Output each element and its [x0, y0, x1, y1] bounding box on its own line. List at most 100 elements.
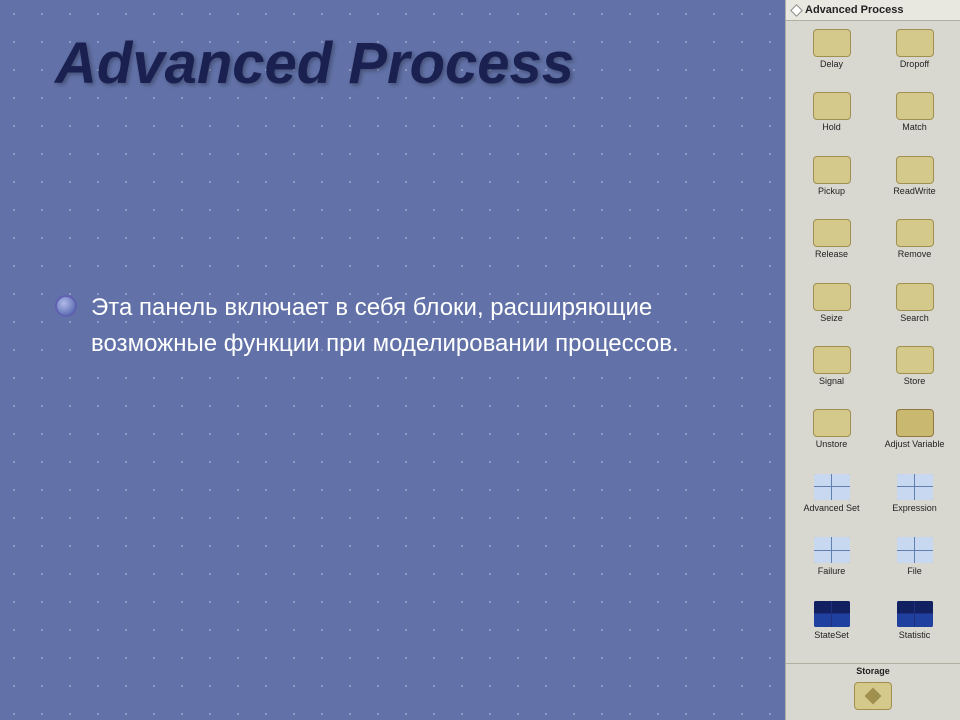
grid-cell — [832, 487, 850, 500]
block-match[interactable]: Match — [873, 88, 956, 151]
block-readwrite[interactable]: ReadWrite — [873, 152, 956, 215]
store-icon — [896, 346, 934, 374]
expression-label: Expression — [892, 503, 937, 514]
grid-cell — [897, 537, 915, 550]
remove-label: Remove — [898, 249, 932, 260]
stateset-grid — [814, 601, 850, 627]
bullet-item: Эта панель включает в себя блоки, расшир… — [55, 290, 705, 362]
advanced-set-grid — [814, 474, 850, 500]
release-icon — [813, 219, 851, 247]
grid-cell — [915, 487, 933, 500]
signal-icon — [813, 346, 851, 374]
readwrite-label: ReadWrite — [893, 186, 935, 197]
block-stateset[interactable]: StateSet — [790, 596, 873, 659]
grid-cell — [915, 551, 933, 564]
file-grid — [897, 537, 933, 563]
panel-header-title: Advanced Process — [805, 4, 903, 16]
block-hold[interactable]: Hold — [790, 88, 873, 151]
panel-header-icon — [790, 4, 803, 17]
block-expression[interactable]: Expression — [873, 469, 956, 532]
hold-icon — [813, 92, 851, 120]
unstore-label: Unstore — [816, 439, 848, 450]
panel-header: Advanced Process — [786, 0, 960, 21]
right-panel: Advanced Process Delay Dropoff Hold Matc… — [785, 0, 960, 720]
grid-cell — [915, 614, 933, 627]
match-icon — [896, 92, 934, 120]
block-pickup[interactable]: Pickup — [790, 152, 873, 215]
block-storage[interactable] — [843, 678, 903, 716]
match-label: Match — [902, 122, 927, 133]
expression-icon — [896, 473, 934, 501]
file-icon — [896, 536, 934, 564]
block-remove[interactable]: Remove — [873, 215, 956, 278]
pickup-label: Pickup — [818, 186, 845, 197]
unstore-icon — [813, 409, 851, 437]
grid-cell — [832, 551, 850, 564]
grid-cell — [897, 487, 915, 500]
storage-label: Storage — [790, 666, 956, 676]
hold-label: Hold — [822, 122, 841, 133]
bullet-icon — [55, 295, 77, 317]
block-file[interactable]: File — [873, 532, 956, 595]
grid-cell — [897, 551, 915, 564]
grid-cell — [832, 614, 850, 627]
grid-cell — [915, 537, 933, 550]
bullet-text: Эта панель включает в себя блоки, расшир… — [91, 290, 705, 362]
remove-icon — [896, 219, 934, 247]
block-search[interactable]: Search — [873, 279, 956, 342]
grid-cell — [832, 601, 850, 614]
storage-icon — [854, 682, 892, 710]
grid-cell — [814, 474, 832, 487]
adjust-variable-label: Adjust Variable — [885, 439, 945, 450]
block-release[interactable]: Release — [790, 215, 873, 278]
advanced-set-icon — [813, 473, 851, 501]
stateset-label: StateSet — [814, 630, 849, 641]
grid-cell — [814, 537, 832, 550]
grid-cell — [814, 601, 832, 614]
seize-icon — [813, 283, 851, 311]
dropoff-icon — [896, 29, 934, 57]
search-label: Search — [900, 313, 929, 324]
grid-cell — [832, 474, 850, 487]
content-area: Эта панель включает в себя блоки, расшир… — [55, 290, 705, 362]
grid-cell — [915, 474, 933, 487]
grid-cell — [814, 551, 832, 564]
store-label: Store — [904, 376, 926, 387]
release-label: Release — [815, 249, 848, 260]
grid-cell — [897, 601, 915, 614]
seize-label: Seize — [820, 313, 843, 324]
stateset-icon — [813, 600, 851, 628]
grid-cell — [814, 487, 832, 500]
readwrite-icon — [896, 156, 934, 184]
delay-label: Delay — [820, 59, 843, 70]
block-store[interactable]: Store — [873, 342, 956, 405]
search-icon — [896, 283, 934, 311]
failure-label: Failure — [818, 566, 846, 577]
grid-cell — [897, 474, 915, 487]
adjust-variable-icon — [896, 409, 934, 437]
block-statistic[interactable]: Statistic — [873, 596, 956, 659]
pickup-icon — [813, 156, 851, 184]
dropoff-label: Dropoff — [900, 59, 929, 70]
block-advanced-set[interactable]: Advanced Set — [790, 469, 873, 532]
block-delay[interactable]: Delay — [790, 25, 873, 88]
delay-icon — [813, 29, 851, 57]
failure-grid — [814, 537, 850, 563]
grid-cell — [832, 537, 850, 550]
grid-cell — [897, 614, 915, 627]
storage-section: Storage — [786, 663, 960, 720]
panel-grid: Delay Dropoff Hold Match Pickup ReadWrit… — [786, 21, 960, 663]
block-seize[interactable]: Seize — [790, 279, 873, 342]
statistic-grid — [897, 601, 933, 627]
block-signal[interactable]: Signal — [790, 342, 873, 405]
block-dropoff[interactable]: Dropoff — [873, 25, 956, 88]
statistic-label: Statistic — [899, 630, 931, 641]
grid-cell — [814, 614, 832, 627]
statistic-icon — [896, 600, 934, 628]
signal-label: Signal — [819, 376, 844, 387]
block-unstore[interactable]: Unstore — [790, 405, 873, 468]
grid-cell — [915, 601, 933, 614]
page-title: Advanced Process — [55, 30, 574, 97]
block-adjust-variable[interactable]: Adjust Variable — [873, 405, 956, 468]
block-failure[interactable]: Failure — [790, 532, 873, 595]
